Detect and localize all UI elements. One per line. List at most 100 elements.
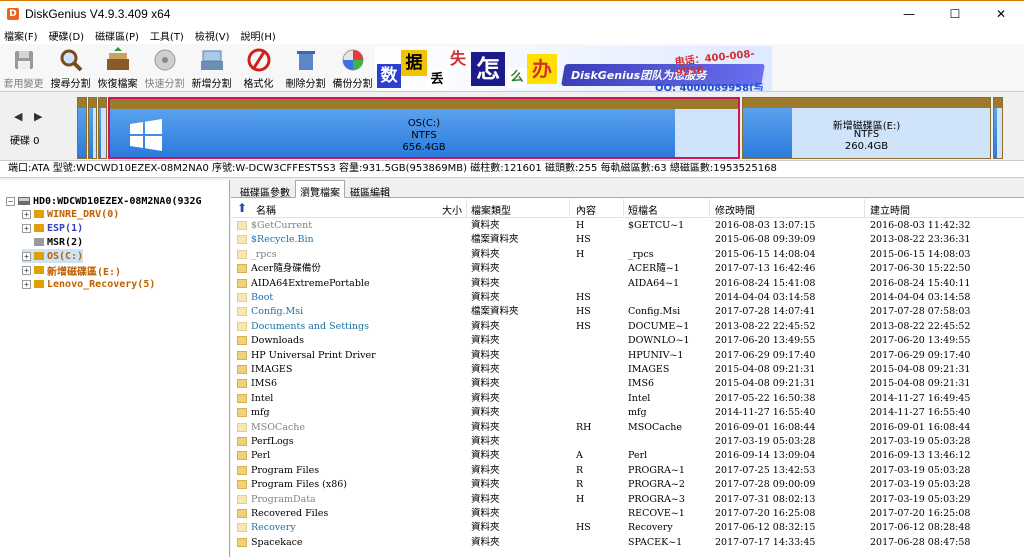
table-row[interactable]: $GetCurrent 資料夾 H $GETCU~1 2016-08-03 13:07:…	[231, 219, 1024, 233]
partition-block-e[interactable]: 新增磁碟區(E:) NTFS 260.4GB	[742, 97, 991, 159]
folder-icon	[237, 422, 247, 432]
column-modified[interactable]: 修改時間	[715, 202, 755, 217]
format-button[interactable]: 格式化	[235, 44, 282, 92]
tree-item-partition[interactable]: + ESP(1)	[22, 221, 83, 235]
file-modified: 2015-04-08 09:21:31	[715, 378, 816, 390]
search-icon	[57, 47, 85, 73]
file-attributes: H	[576, 493, 585, 505]
tree-item-partition[interactable]: + Lenovo_Recovery(5)	[22, 277, 155, 291]
table-row[interactable]: ProgramData 資料夾 H PROGRA~3 2017-07-31 08:02:…	[231, 493, 1024, 507]
table-row[interactable]: Downloads 資料夾 DOWNLO~1 2017-06-20 13:49:55 2…	[231, 334, 1024, 348]
partition-block-os[interactable]: OS(C:) NTFS 656.4GB	[108, 97, 740, 159]
table-row[interactable]: Config.Msi 檔案資料夾 HS Config.Msi 2017-07-28 14…	[231, 305, 1024, 319]
tree-item-partition[interactable]: MSR(2)	[34, 235, 83, 249]
partition-block-recovery[interactable]	[993, 97, 1003, 159]
menu-help[interactable]: 說明(H)	[241, 28, 276, 43]
table-row[interactable]: _rpcs 資料夾 H _rpcs 2015-06-15 14:08:04 2015-06…	[231, 248, 1024, 262]
file-type: 資料夾	[471, 392, 500, 404]
banner-qq: QQ: 4000089958(与电话同号)	[655, 83, 764, 91]
expand-icon[interactable]: +	[22, 209, 31, 219]
file-type: 資料夾	[471, 335, 500, 347]
file-type: 資料夾	[471, 522, 500, 534]
menu-tools[interactable]: 工具(T)	[150, 28, 184, 43]
table-row[interactable]: AIDA64ExtremePortable 資料夾 AIDA64~1 2016-08-…	[231, 277, 1024, 291]
file-short-name: MSOCache	[628, 421, 683, 433]
table-row[interactable]: HP Universal Print Driver 資料夾 HPUNIV~1 2017…	[231, 349, 1024, 363]
maximize-button[interactable]: ☐	[932, 1, 978, 27]
close-button[interactable]: ✕	[978, 1, 1024, 27]
partition-block-esp[interactable]	[88, 97, 97, 159]
menu-partition[interactable]: 磁碟區(P)	[95, 28, 139, 43]
recover-files-button[interactable]: 恢復檔案	[94, 44, 141, 92]
file-modified: 2017-07-13 16:42:46	[715, 263, 816, 275]
column-short-name[interactable]: 短檔名	[628, 202, 658, 217]
table-row[interactable]: Recovery 資料夾 HS Recovery 2017-06-12 08:32:15…	[231, 521, 1024, 535]
table-row[interactable]: MSOCache 資料夾 RH MSOCache 2016-09-01 16:08:44…	[231, 421, 1024, 435]
column-type[interactable]: 檔案類型	[471, 202, 511, 217]
tab-partition-params[interactable]: 磁碟區參數	[235, 180, 295, 199]
banner-char: 怎	[471, 52, 505, 86]
folder-icon	[237, 321, 247, 331]
delete-partition-button[interactable]: 刪除分割	[282, 44, 329, 92]
quick-partition-button[interactable]: 快速分割	[141, 44, 188, 92]
disk-nav-arrows[interactable]: ◀ ▶	[14, 110, 46, 123]
file-type: 資料夾	[471, 220, 500, 231]
up-arrow-icon[interactable]: ⬆	[237, 201, 247, 215]
file-name: IMAGES	[251, 364, 293, 375]
tree-item-partition[interactable]: + 新增磁碟區(E:)	[22, 263, 121, 278]
tree-item-partition[interactable]: + WINRE_DRV(0)	[22, 207, 119, 221]
expand-icon[interactable]: +	[22, 265, 31, 275]
backup-partition-button[interactable]: 備份分割	[329, 44, 376, 92]
file-name: ProgramData	[251, 493, 316, 505]
partition-block-msr[interactable]	[98, 97, 107, 159]
folder-icon	[237, 494, 247, 504]
file-attributes: RH	[576, 421, 592, 433]
table-row[interactable]: IMS6 資料夾 IMS6 2015-04-08 09:21:31 2015-04-08…	[231, 377, 1024, 391]
file-attributes: HS	[576, 306, 591, 318]
expand-icon[interactable]: +	[22, 251, 31, 261]
partition-icon	[34, 238, 44, 246]
table-row[interactable]: Spacekace 資料夾 SPACEK~1 2017-07-17 14:33:45 2…	[231, 536, 1024, 550]
tree-item-partition[interactable]: + OS(C:)	[22, 249, 84, 263]
partition-block-winre[interactable]	[77, 97, 87, 159]
table-row[interactable]: PerfLogs 資料夾 2017-03-19 05:03:28 2017-03-19…	[231, 435, 1024, 449]
search-partition-button[interactable]: 搜尋分割	[47, 44, 94, 92]
table-row[interactable]: $Recycle.Bin 檔案資料夾 HS 2015-06-08 09:39:09 20…	[231, 233, 1024, 247]
file-type: 資料夾	[471, 479, 500, 491]
file-created: 2017-06-28 08:47:58	[870, 536, 971, 548]
file-modified: 2017-07-28 09:00:09	[715, 479, 816, 491]
table-row[interactable]: IMAGES 資料夾 IMAGES 2015-04-08 09:21:31 2015-0…	[231, 363, 1024, 377]
file-name: Program Files	[251, 464, 320, 476]
menu-disk[interactable]: 硬碟(D)	[49, 28, 85, 43]
minimize-button[interactable]: —	[886, 1, 932, 27]
menu-view[interactable]: 檢視(V)	[195, 28, 230, 43]
table-row[interactable]: Acer隨身碟備份 資料夾 ACER隨~1 2017-07-13 16:42:46 20…	[231, 262, 1024, 276]
table-row[interactable]: Intel 資料夾 Intel 2017-05-22 16:50:38 2014-11-…	[231, 392, 1024, 406]
column-size[interactable]: 大小	[442, 202, 462, 217]
table-row[interactable]: Recovered Files 資料夾 RECOVE~1 2017-07-20 16:…	[231, 507, 1024, 521]
column-created[interactable]: 建立時間	[870, 202, 910, 217]
save-changes-button[interactable]: 套用變更	[0, 44, 47, 92]
folder-icon	[237, 408, 247, 418]
column-name[interactable]: 名稱	[256, 202, 276, 217]
new-partition-button[interactable]: 新增分割	[188, 44, 235, 92]
file-attributes: R	[576, 479, 584, 491]
menu-file[interactable]: 檔案(F)	[4, 28, 38, 43]
ad-banner[interactable]: 数 据 丢 失 怎 么 办 DiskGenius团队为您服务 电话：400-00…	[375, 46, 772, 91]
table-row[interactable]: Documents and Settings 資料夾 HS DOCUME~1 2013-…	[231, 320, 1024, 334]
tree-root-disk[interactable]: − HD0:WDCWD10EZEX-08M2NA0(932G	[6, 194, 202, 208]
file-name: mfg	[251, 407, 270, 419]
tab-sector-editor[interactable]: 磁區編輯	[345, 180, 395, 199]
expand-icon[interactable]: +	[22, 279, 31, 289]
table-row[interactable]: Program Files 資料夾 R PROGRA~1 2017-07-25 13:4…	[231, 464, 1024, 478]
tab-browse-files[interactable]: 瀏覽檔案	[295, 180, 345, 199]
expand-icon[interactable]: +	[22, 223, 31, 233]
table-row[interactable]: Program Files (x86) 資料夾 R PROGRA~2 2017-07-2…	[231, 478, 1024, 492]
table-row[interactable]: mfg 資料夾 mfg 2014-11-27 16:55:40 2014-11-27 1…	[231, 406, 1024, 420]
file-name: Boot	[251, 292, 274, 303]
file-name: PerfLogs	[251, 436, 294, 447]
column-attributes[interactable]: 內容	[576, 202, 596, 217]
collapse-icon[interactable]: −	[6, 196, 15, 206]
table-row[interactable]: Boot 資料夾 HS 2014-04-04 03:14:58 2014-04-04 0…	[231, 291, 1024, 305]
table-row[interactable]: Perl 資料夾 A Perl 2016-09-14 13:09:04 2016-09-1…	[231, 449, 1024, 463]
